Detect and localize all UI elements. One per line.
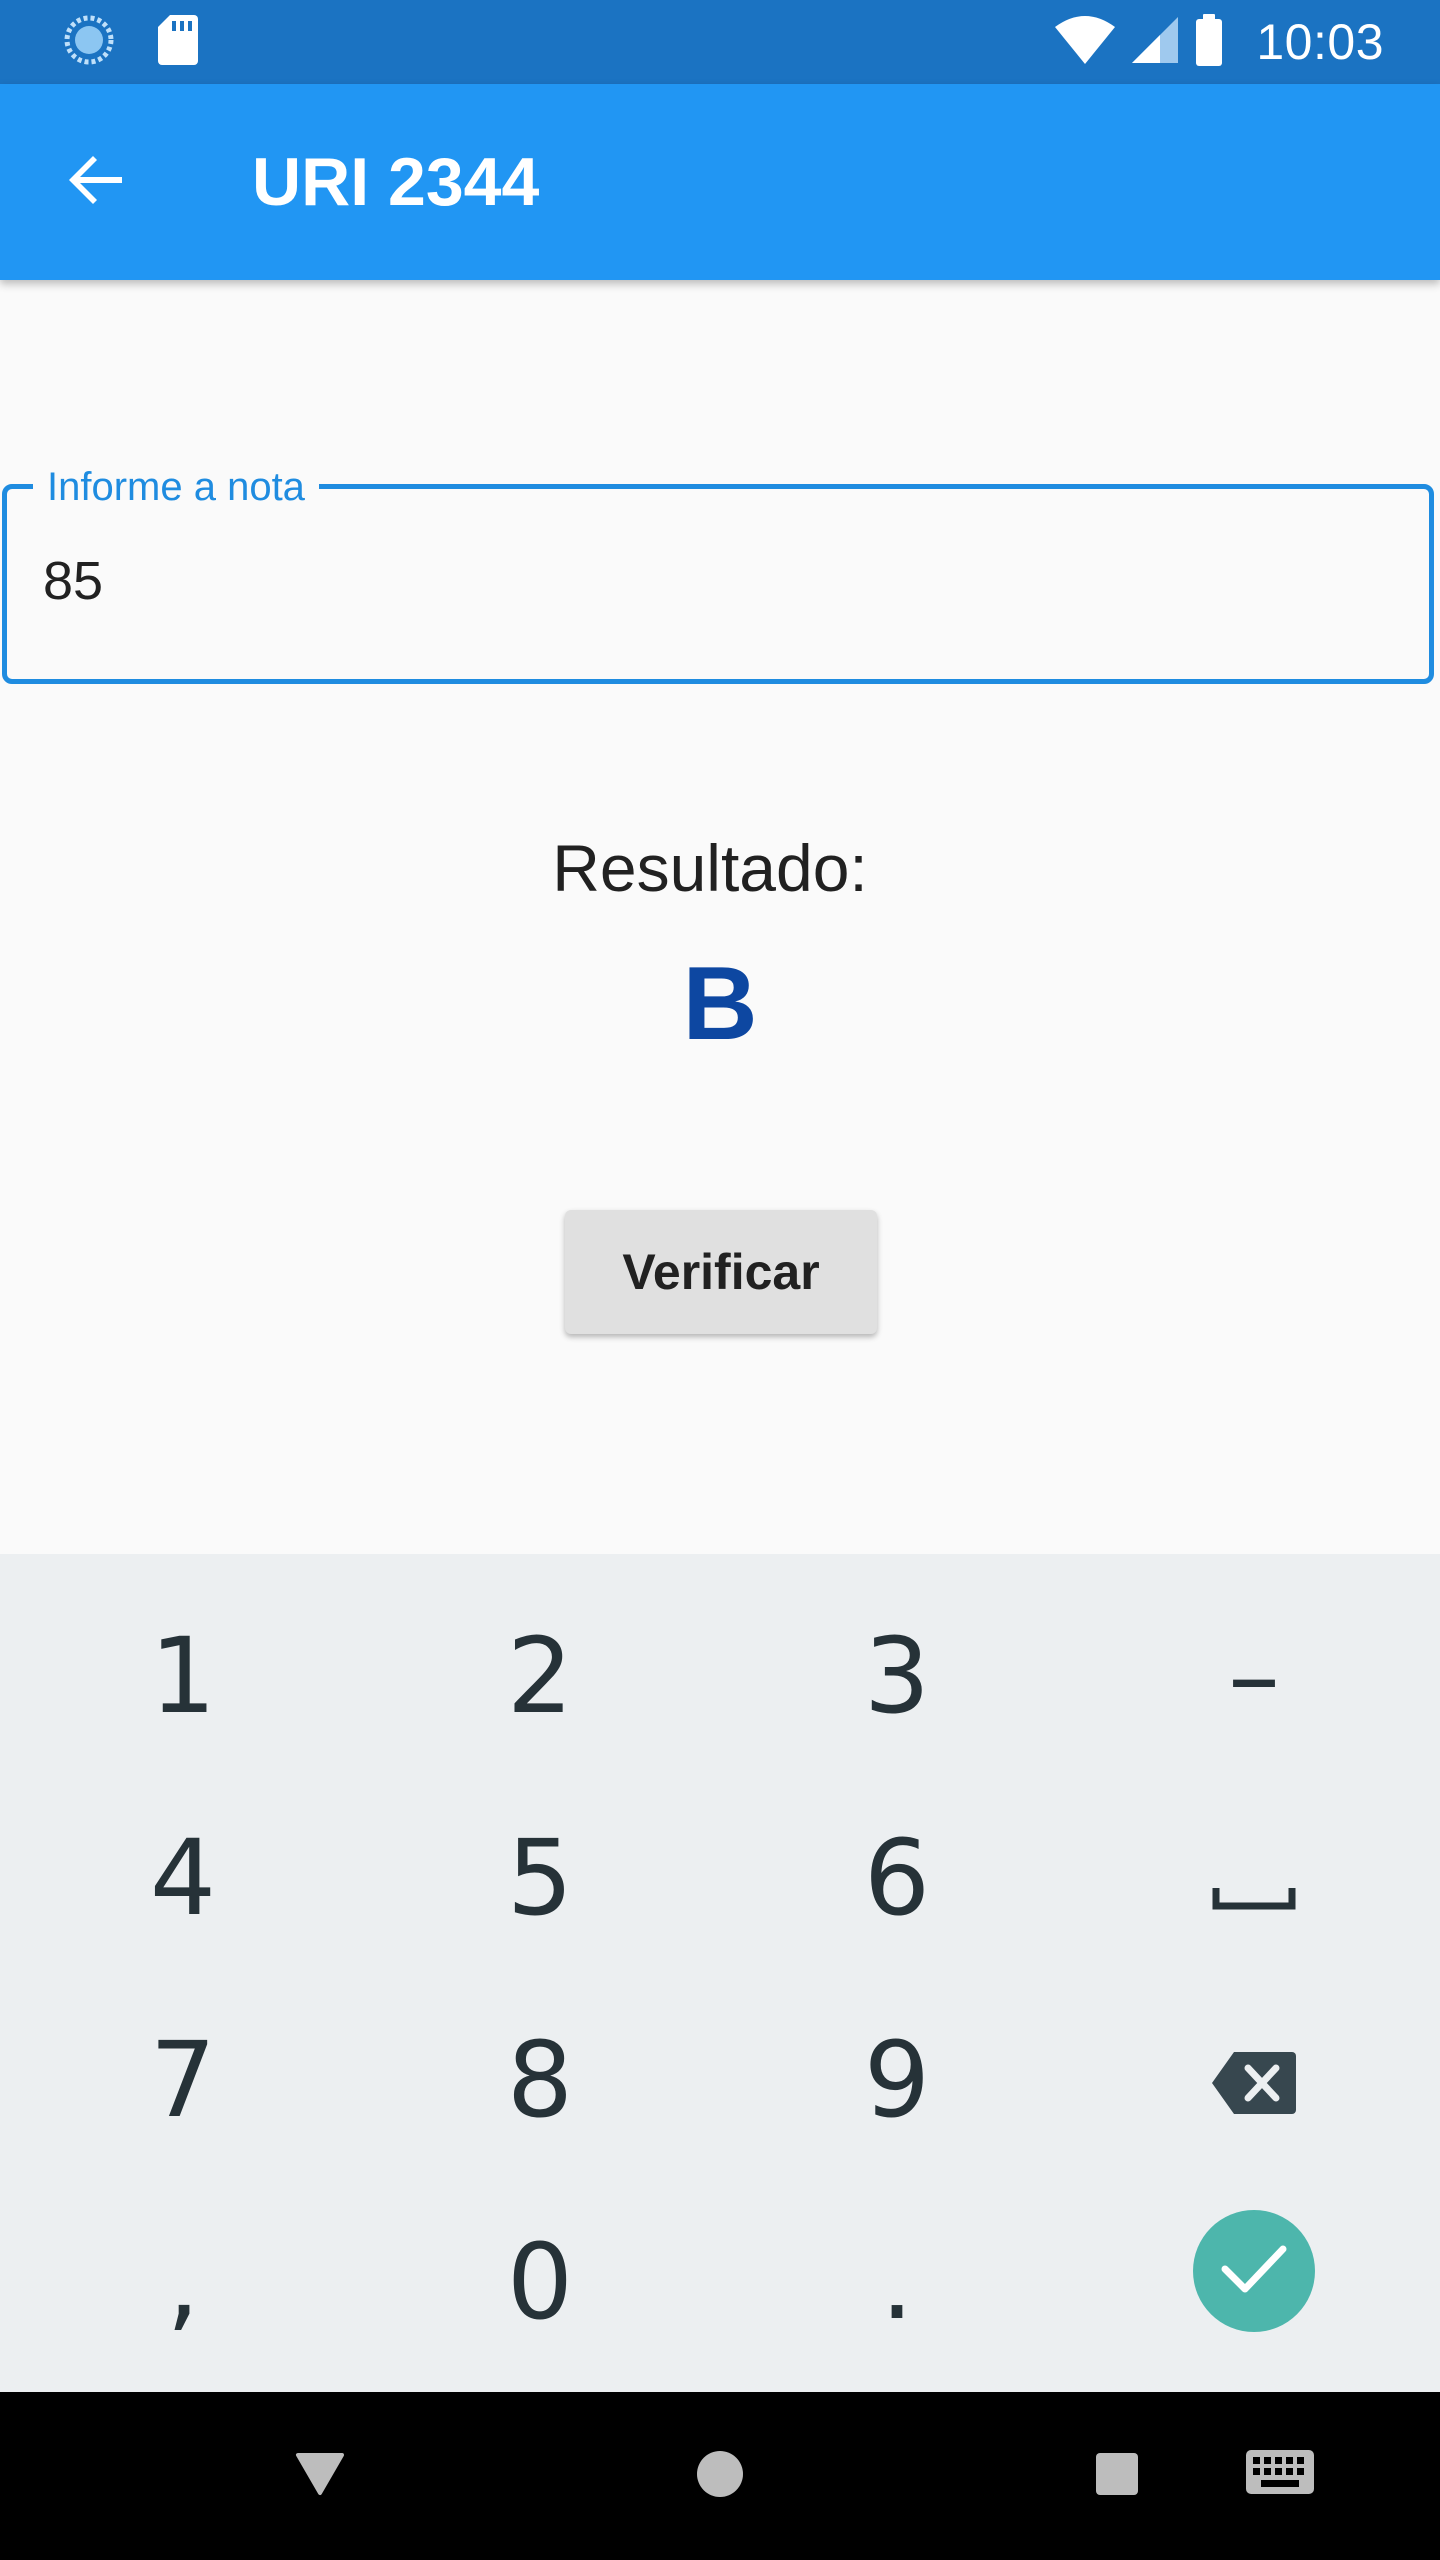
nav-recents-button[interactable] (1067, 2392, 1167, 2560)
status-right-icons: 10:03 (1054, 0, 1384, 84)
battery-icon (1194, 13, 1224, 72)
arrow-back-icon (64, 148, 128, 217)
recents-square-icon (1095, 2452, 1139, 2501)
key-minus[interactable]: – (1154, 1586, 1354, 1766)
back-button[interactable] (48, 134, 144, 230)
key-2[interactable]: 2 (440, 1586, 640, 1766)
key-6[interactable]: 6 (797, 1788, 997, 1968)
done-key[interactable] (1193, 2210, 1315, 2332)
status-left-icons (62, 14, 200, 70)
result-label: Resultado: (552, 831, 868, 905)
nav-home-button[interactable] (670, 2392, 770, 2560)
nav-keyboard-button[interactable] (1230, 2392, 1330, 2560)
app-title: URI 2344 (252, 144, 540, 220)
backspace-icon (1210, 2019, 1298, 2141)
key-period[interactable]: . (797, 2192, 997, 2372)
nav-back-button[interactable] (270, 2392, 370, 2560)
status-bar: 10:03 (0, 0, 1440, 84)
status-clock: 10:03 (1256, 14, 1384, 70)
wifi-icon (1054, 15, 1116, 70)
verify-button[interactable]: Verificar (565, 1210, 877, 1334)
key-comma[interactable]: , (83, 2192, 283, 2372)
cell-signal-icon (1130, 15, 1180, 70)
grade-input[interactable] (43, 549, 1343, 613)
keyboard-icon (1245, 2449, 1315, 2504)
sync-icon (62, 13, 116, 72)
numeric-keyboard: 1 2 3 – 4 5 6 7 8 9 , 0 . (0, 1554, 1440, 2392)
back-triangle-icon (295, 2452, 345, 2501)
system-nav-bar (0, 2392, 1440, 2560)
app-bar: URI 2344 (0, 84, 1440, 280)
space-bar-icon (1212, 1817, 1296, 1939)
grade-field-label: Informe a nota (33, 465, 319, 509)
key-space[interactable] (1154, 1788, 1354, 1968)
key-5[interactable]: 5 (440, 1788, 640, 1968)
sd-card-icon (156, 13, 200, 72)
key-4[interactable]: 4 (83, 1788, 283, 1968)
key-1[interactable]: 1 (83, 1586, 283, 1766)
check-icon (1221, 2243, 1287, 2300)
key-0[interactable]: 0 (440, 2192, 640, 2372)
key-9[interactable]: 9 (797, 1990, 997, 2170)
key-3[interactable]: 3 (797, 1586, 997, 1766)
key-7[interactable]: 7 (83, 1990, 283, 2170)
key-backspace[interactable] (1154, 1990, 1354, 2170)
result-value: B (682, 946, 758, 1062)
grade-field[interactable]: Informe a nota (2, 465, 1434, 684)
key-8[interactable]: 8 (440, 1990, 640, 2170)
home-circle-icon (695, 2449, 745, 2504)
